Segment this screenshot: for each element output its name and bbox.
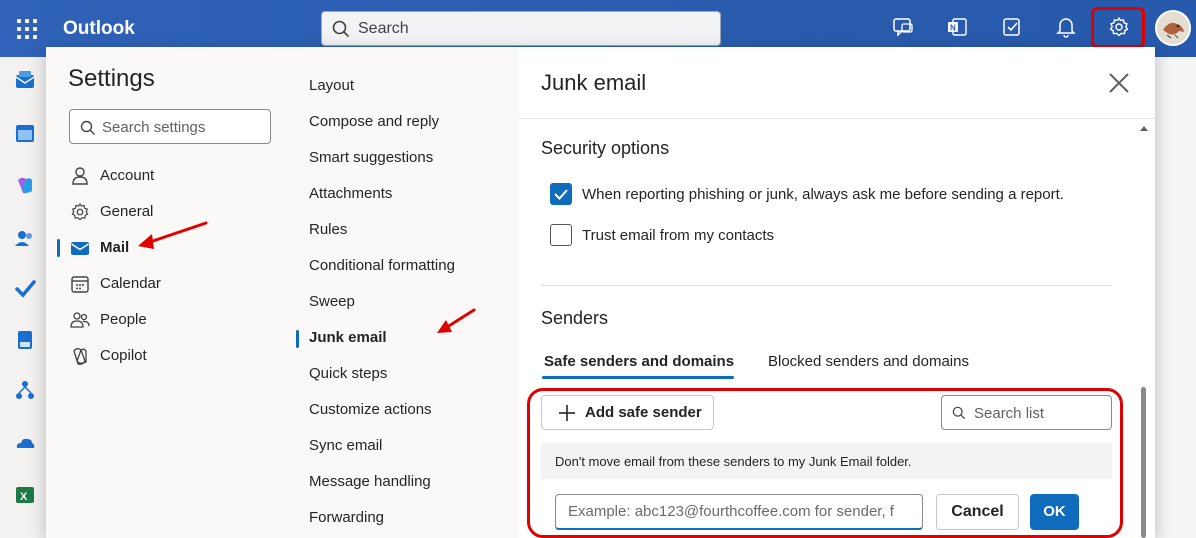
subsection-customize-actions[interactable]: Customize actions xyxy=(309,401,432,418)
subsection-layout[interactable]: Layout xyxy=(309,77,354,94)
mail-app-icon[interactable] xyxy=(14,69,36,91)
avatar[interactable] xyxy=(1155,10,1191,46)
copilot-app-icon[interactable] xyxy=(14,174,36,196)
person-icon xyxy=(72,167,88,185)
people-icon xyxy=(70,312,90,328)
app-rail: X xyxy=(0,57,46,538)
people-app-icon[interactable] xyxy=(14,227,36,249)
gear-icon xyxy=(71,203,89,221)
category-label: Account xyxy=(100,167,155,184)
calendar-app-icon[interactable] xyxy=(14,122,36,144)
todo-app-icon[interactable] xyxy=(14,277,36,299)
global-search-placeholder: Search xyxy=(358,20,409,37)
settings-search-placeholder: Search settings xyxy=(102,119,206,136)
svg-text:N: N xyxy=(950,24,956,33)
todo-icon[interactable] xyxy=(1001,16,1023,38)
subsection-forwarding[interactable]: Forwarding xyxy=(309,509,384,526)
category-label: Mail xyxy=(100,239,130,256)
calendar-icon xyxy=(71,276,89,293)
storage-app-icon[interactable] xyxy=(14,329,36,351)
search-icon xyxy=(80,120,95,135)
onenote-icon[interactable]: N xyxy=(946,16,968,38)
subsection-conditional-formatting[interactable]: Conditional formatting xyxy=(309,257,455,274)
section-divider xyxy=(541,285,1112,286)
active-tab-indicator xyxy=(542,376,734,379)
mail-icon xyxy=(71,242,89,255)
category-label: Calendar xyxy=(100,275,161,292)
subsection-attachments[interactable]: Attachments xyxy=(309,185,392,202)
settings-title: Settings xyxy=(68,65,155,92)
junk-email-pane: Junk email Security options When reporti… xyxy=(519,47,1155,538)
settings-highlight-box xyxy=(1091,7,1145,48)
category-selected-indicator xyxy=(57,239,60,257)
org-explorer-app-icon[interactable] xyxy=(14,379,36,401)
close-icon[interactable] xyxy=(1107,71,1131,95)
settings-search-input[interactable]: Search settings xyxy=(69,109,271,144)
global-search-input[interactable]: Search xyxy=(321,11,721,46)
tab-blocked-senders[interactable]: Blocked senders and domains xyxy=(768,353,969,370)
avatar-image-icon xyxy=(1157,12,1189,44)
subsection-smart-suggestions[interactable]: Smart suggestions xyxy=(309,149,433,166)
subsection-selected-indicator xyxy=(296,330,299,348)
report-ask-label: When reporting phishing or junk, always … xyxy=(582,186,1064,203)
category-label: General xyxy=(100,203,154,220)
senders-heading: Senders xyxy=(541,308,609,328)
subsection-sync-email[interactable]: Sync email xyxy=(309,437,382,454)
onedrive-app-icon[interactable] xyxy=(14,432,36,454)
svg-text:X: X xyxy=(20,491,28,503)
trust-contacts-checkbox[interactable] xyxy=(550,224,572,246)
panel-title: Junk email xyxy=(541,70,647,95)
subsection-junk-email[interactable]: Junk email xyxy=(309,329,387,346)
report-ask-checkbox[interactable] xyxy=(550,183,572,205)
search-icon xyxy=(332,20,350,38)
annotation-arrow-mail xyxy=(138,221,208,249)
subsection-message-handling[interactable]: Message handling xyxy=(309,473,431,490)
subsection-compose-and-reply[interactable]: Compose and reply xyxy=(309,113,439,130)
mail-subsections-pane: Layout Compose and reply Smart suggestio… xyxy=(294,47,519,538)
annotation-arrow-junk xyxy=(437,308,476,333)
scrollbar-thumb[interactable] xyxy=(1141,387,1146,538)
subsection-quick-steps[interactable]: Quick steps xyxy=(309,365,387,382)
copilot-icon xyxy=(73,348,87,365)
header-divider xyxy=(519,118,1155,119)
trust-contacts-label: Trust email from my contacts xyxy=(582,227,774,244)
scroll-up-icon[interactable] xyxy=(1140,125,1148,131)
subsection-rules[interactable]: Rules xyxy=(309,221,347,238)
notifications-bell-icon[interactable] xyxy=(1055,16,1077,38)
subsection-sweep[interactable]: Sweep xyxy=(309,293,355,310)
checkmark-icon xyxy=(554,189,568,200)
annotation-highlight-box xyxy=(527,388,1123,538)
category-label: Copilot xyxy=(100,347,147,364)
excel-app-icon[interactable]: X xyxy=(14,484,36,506)
settings-categories-pane: Settings Search settings Account General… xyxy=(46,47,294,538)
category-label: People xyxy=(100,311,147,328)
teams-chat-icon[interactable] xyxy=(892,16,914,38)
app-launcher-icon[interactable] xyxy=(17,19,37,39)
app-name[interactable]: Outlook xyxy=(63,18,135,40)
tab-safe-senders[interactable]: Safe senders and domains xyxy=(544,353,734,370)
settings-dialog: Settings Search settings Account General… xyxy=(46,47,1155,538)
security-options-heading: Security options xyxy=(541,138,670,158)
